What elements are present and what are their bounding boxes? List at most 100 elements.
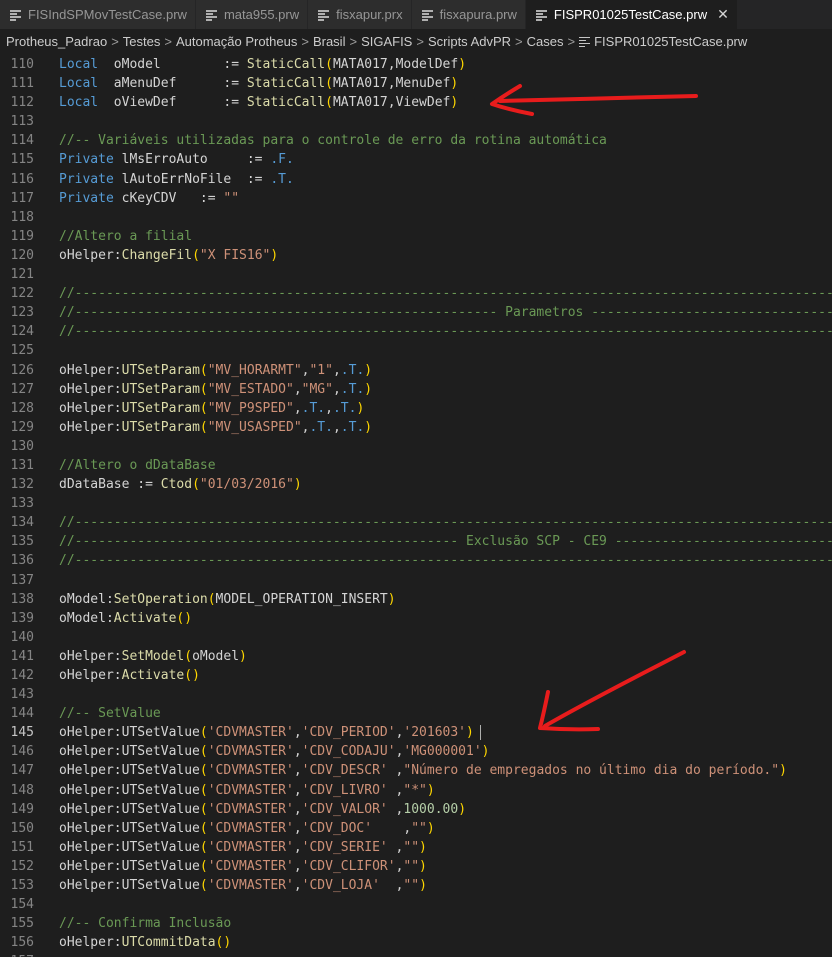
line-code: //--------------------------------------… — [34, 532, 832, 551]
code-token: ( — [199, 782, 208, 798]
code-line[interactable]: 137 — [0, 571, 832, 590]
code-line[interactable]: 112 Local oViewDef := StaticCall(MATA017,… — [0, 93, 832, 112]
breadcrumb-separator: > — [164, 33, 172, 49]
code-line[interactable]: 114 //-- Variáveis utilizadas para o cont… — [0, 131, 832, 150]
breadcrumb-item[interactable]: FISPR01025TestCase.prw — [594, 34, 747, 49]
code-token: //--------------------------------------… — [59, 534, 832, 550]
code-token: oHelper:UTSetValue — [59, 782, 200, 798]
code-line[interactable]: 124 //-----------------------------------… — [0, 322, 832, 341]
code-token: Ctod — [160, 477, 193, 493]
line-code: //-- Variáveis utilizadas para o control… — [34, 131, 832, 150]
code-line[interactable]: 134 //-----------------------------------… — [0, 513, 832, 532]
breadcrumb-item[interactable]: Automação Protheus — [176, 34, 297, 49]
code-line[interactable]: 127 oHelper:UTSetParam("MV_ESTADO","MG",.… — [0, 380, 832, 399]
code-token: ( — [199, 858, 208, 874]
code-line[interactable]: 149 oHelper:UTSetValue('CDVMASTER','CDV_V… — [0, 800, 832, 819]
code-token: oHelper: — [59, 362, 122, 378]
code-editor[interactable]: 110 Local oModel := StaticCall(MATA017,Mo… — [0, 55, 832, 957]
code-token: "X FIS16" — [199, 247, 271, 263]
code-line[interactable]: 143 — [0, 685, 832, 704]
breadcrumb-item[interactable]: Protheus_Padrao — [6, 34, 107, 49]
code-line[interactable]: 116 Private lAutoErrNoFile := .T. — [0, 170, 832, 189]
line-code: oHelper:UTSetValue('CDVMASTER','CDV_CLIF… — [34, 857, 832, 876]
code-line[interactable]: 130 — [0, 437, 832, 456]
code-token: ( — [192, 477, 200, 493]
code-line[interactable]: 147 oHelper:UTSetValue('CDVMASTER','CDV_D… — [0, 761, 832, 780]
code-line[interactable]: 118 — [0, 208, 832, 227]
code-line[interactable]: 150 oHelper:UTSetValue('CDVMASTER','CDV_D… — [0, 819, 832, 838]
code-token: ( — [207, 591, 216, 607]
code-line[interactable]: 155 //-- Confirma Inclusão — [0, 914, 832, 933]
code-line[interactable]: 133 — [0, 494, 832, 513]
code-line[interactable]: 157 — [0, 952, 832, 957]
breadcrumb-item[interactable]: Scripts AdvPR — [428, 34, 511, 49]
code-line[interactable]: 119 //Altero a filial — [0, 227, 832, 246]
tab-label: mata955.prw — [223, 7, 300, 22]
breadcrumb-item[interactable]: Testes — [123, 34, 161, 49]
breadcrumb-separator: > — [567, 33, 576, 49]
code-line[interactable]: 145 oHelper:UTSetValue('CDVMASTER','CDV_P… — [0, 723, 832, 742]
code-line[interactable]: 113 — [0, 112, 832, 131]
line-number: 140 — [10, 629, 34, 645]
code-token: ) — [419, 878, 427, 894]
code-line[interactable]: 151 oHelper:UTSetValue('CDVMASTER','CDV_S… — [0, 838, 832, 857]
code-line[interactable]: 153 oHelper:UTSetValue('CDVMASTER','CDV_L… — [0, 876, 832, 895]
code-line[interactable]: 142 oHelper:Activate() — [0, 666, 832, 685]
line-number: 127 — [10, 381, 34, 397]
code-line[interactable]: 146 oHelper:UTSetValue('CDVMASTER','CDV_C… — [0, 742, 832, 761]
code-line[interactable]: 135 //-----------------------------------… — [0, 532, 832, 551]
code-token: "MV_USASPED" — [207, 419, 302, 435]
code-line[interactable]: 121 — [0, 265, 832, 284]
code-token: .T. — [340, 362, 365, 378]
code-line[interactable]: 132 dDataBase := Ctod("01/03/2016") — [0, 475, 832, 494]
tab-2[interactable]: fisxapur.prx — [308, 0, 412, 29]
code-token: 'CDVMASTER' — [207, 725, 294, 741]
line-number: 118 — [10, 209, 34, 225]
code-line[interactable]: 123 //-----------------------------------… — [0, 303, 832, 322]
code-line[interactable]: 128 oHelper:UTSetParam("MV_P9SPED",.T.,.T… — [0, 399, 832, 418]
breadcrumb-item[interactable]: Cases — [527, 34, 564, 49]
line-number: 134 — [10, 515, 34, 531]
tab-1[interactable]: mata955.prw — [195, 0, 309, 29]
close-icon[interactable]: ✕ — [717, 6, 729, 23]
breadcrumb-item[interactable]: SIGAFIS — [361, 34, 412, 49]
code-line[interactable]: 144 //-- SetValue — [0, 704, 832, 723]
code-token: 'CDV_DOC' — [301, 820, 373, 836]
code-line[interactable]: 154 — [0, 895, 832, 914]
code-line[interactable]: 139 oModel:Activate() — [0, 609, 832, 628]
code-line[interactable]: 138 oModel:SetOperation(MODEL_OPERATION_I… — [0, 590, 832, 609]
code-line[interactable]: 117 Private cKeyCDV := "" — [0, 189, 832, 208]
breadcrumb: Protheus_Padrao > Testes > Automação Protheu… — [0, 29, 832, 53]
code-line[interactable]: 126 oHelper:UTSetParam("MV_HORARMT","1",.… — [0, 361, 832, 380]
code-line[interactable]: 131 //Altero o dDataBase — [0, 456, 832, 475]
code-token: StaticCall — [246, 57, 326, 72]
code-line[interactable]: 156 oHelper:UTCommitData() — [0, 933, 832, 952]
code-line[interactable]: 125 — [0, 341, 832, 360]
line-number: 131 — [10, 457, 34, 473]
code-line[interactable]: 136 //-----------------------------------… — [0, 551, 832, 570]
code-line[interactable]: 110 Local oModel := StaticCall(MATA017,Mo… — [0, 55, 832, 74]
tab-4[interactable]: FISPR01025TestCase.prw ✕ — [525, 0, 738, 29]
code-line[interactable]: 141 oHelper:SetModel(oModel) — [0, 647, 832, 666]
code-token: , — [293, 400, 302, 416]
code-line[interactable]: 129 oHelper:UTSetParam("MV_USASPED",.T.,.… — [0, 418, 832, 437]
line-code: oModel:Activate() — [34, 609, 832, 628]
code-token: ) — [458, 801, 467, 817]
code-line[interactable]: 120 oHelper:ChangeFil("X FIS16") — [0, 246, 832, 265]
line-number: 116 — [10, 171, 34, 187]
code-line[interactable]: 122 //-----------------------------------… — [0, 284, 832, 303]
code-token: "" — [411, 820, 427, 836]
breadcrumb-item[interactable]: Brasil — [313, 34, 346, 49]
code-line[interactable]: 148 oHelper:UTSetValue('CDVMASTER','CDV_L… — [0, 781, 832, 800]
code-line[interactable]: 152 oHelper:UTSetValue('CDVMASTER','CDV_C… — [0, 857, 832, 876]
code-token: //--------------------------------------… — [59, 515, 832, 531]
code-token: , — [293, 820, 302, 836]
code-token: oHelper:UTSetValue — [59, 839, 200, 855]
code-token: "MV_P9SPED" — [207, 400, 294, 416]
code-line[interactable]: 115 Private lMsErroAuto := .F. — [0, 150, 832, 169]
tab-3[interactable]: fisxapura.prw — [411, 0, 526, 29]
tab-0[interactable]: FISIndSPMovTestCase.prw — [0, 0, 196, 29]
code-line[interactable]: 111 Local aMenuDef := StaticCall(MATA017,… — [0, 74, 832, 93]
code-line[interactable]: 140 — [0, 628, 832, 647]
